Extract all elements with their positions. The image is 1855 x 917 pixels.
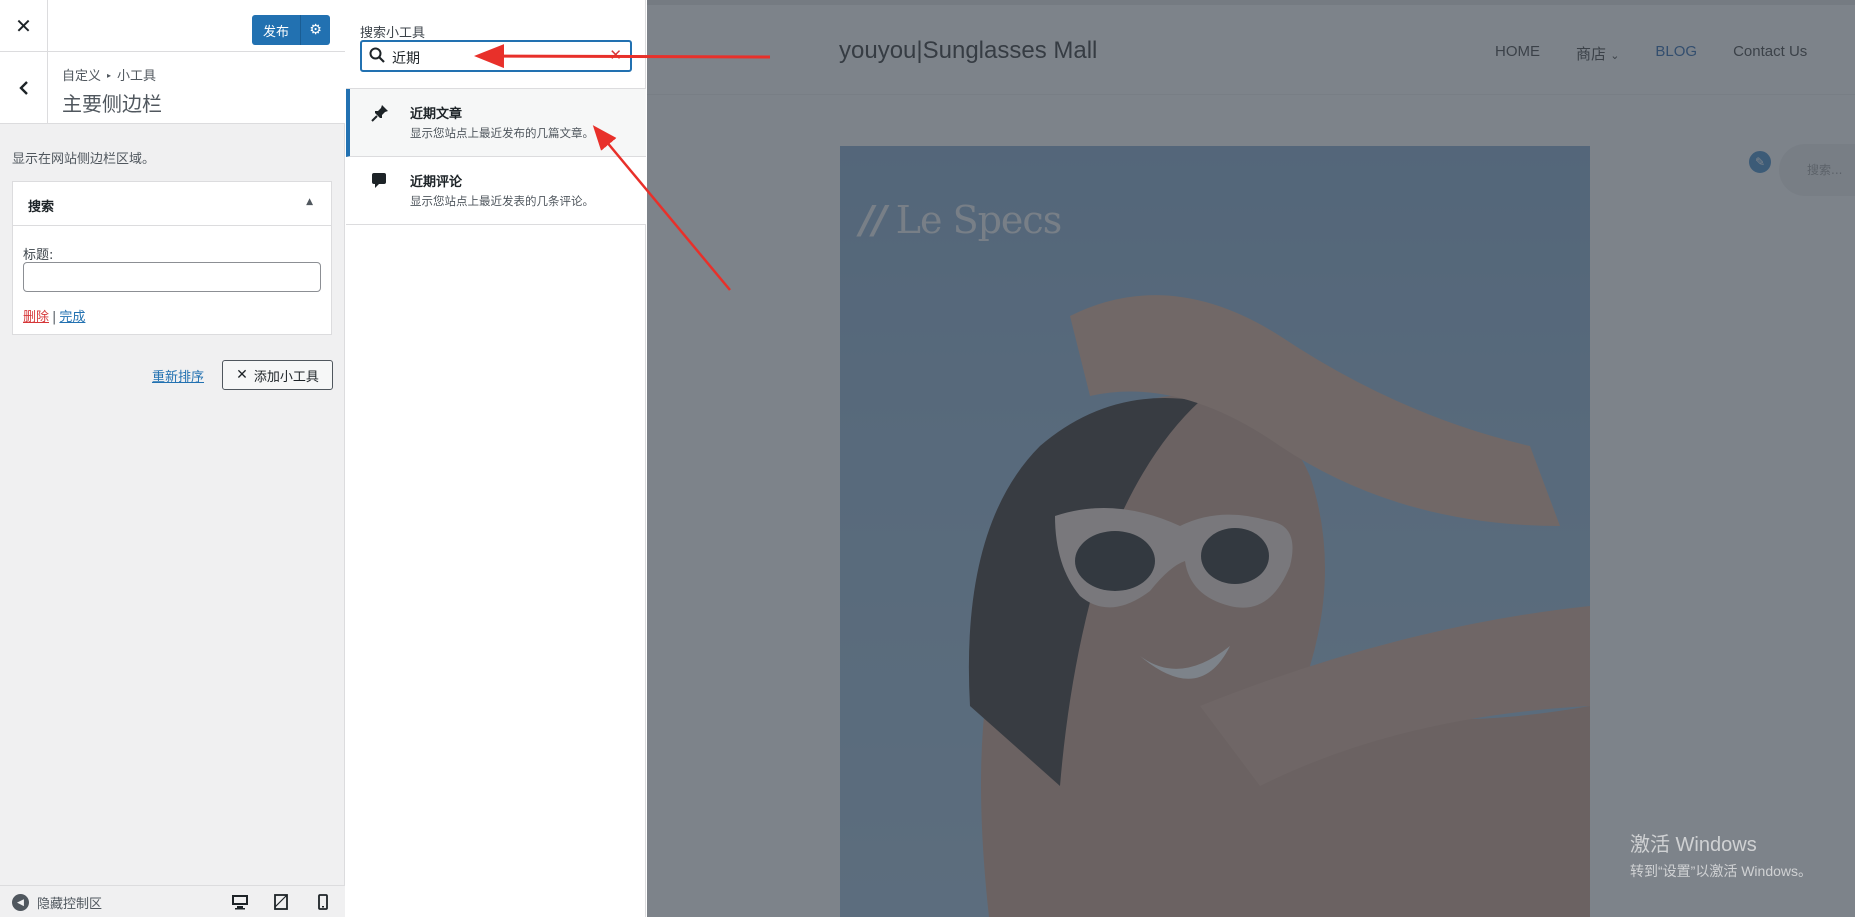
nav-item-home[interactable]: HOME (1495, 43, 1540, 64)
nav-item-shop-label: 商店 (1576, 46, 1607, 63)
breadcrumb-root: 自定义 (62, 69, 102, 84)
breadcrumb-section: 小工具 (117, 69, 157, 84)
widget-name: 近期文章 (410, 107, 463, 122)
title-field[interactable] (23, 262, 321, 292)
customizer-screen: ✕ 发布 ⚙ 自定义 ▸ 小工具 主要侧边栏 显示在网站侧边栏区域。 搜索 ▲ (0, 0, 1855, 917)
section-title: 主要侧边栏 (62, 92, 162, 116)
publish-button-group: 发布 ⚙ (252, 15, 330, 45)
customizer-header: ✕ 发布 ⚙ (0, 0, 345, 52)
close-x-icon: ✕ (236, 367, 248, 383)
title-field-label: 标题: (23, 248, 54, 263)
available-widgets-panel: 搜索小工具 近期 ✕ 近期文章 显示您站点上最近发布的几篇文章。 近期评论 显示… (346, 0, 646, 917)
collapse-sidebar-button[interactable]: ◀ 隐藏控制区 (12, 893, 102, 912)
publish-button[interactable]: 发布 (252, 21, 300, 40)
pin-icon (371, 105, 388, 122)
site-title[interactable]: youyou|Sunglasses Mall (839, 37, 1097, 65)
preview-search-placeholder: 搜索... (1807, 163, 1843, 177)
close-customizer-button[interactable]: ✕ (0, 0, 48, 52)
widget-search-value: 近期 (392, 51, 420, 67)
preview-search-widget[interactable]: 搜索... (1779, 144, 1855, 196)
breadcrumb: 自定义 ▸ 小工具 (62, 65, 156, 84)
add-widget-button[interactable]: ✕ 添加小工具 (222, 360, 333, 390)
widget-title: 搜索 (28, 200, 55, 215)
add-widget-label: 添加小工具 (253, 369, 319, 385)
chevron-left-icon (18, 81, 28, 95)
publish-settings-gear-icon[interactable]: ⚙ (301, 22, 330, 38)
widget-description: 显示您站点上最近发布的几篇文章。 (410, 126, 594, 140)
close-icon: ✕ (15, 14, 32, 38)
section-description: 显示在网站侧边栏区域。 (12, 152, 156, 167)
collapse-caret-icon[interactable]: ▲ (306, 197, 313, 207)
widget-actions: 删除 | 完成 (23, 306, 85, 325)
widget-header[interactable]: 搜索 ▲ (13, 182, 331, 226)
nav-item-shop[interactable]: 商店 ⌄ (1576, 43, 1619, 64)
done-link[interactable]: 完成 (59, 310, 85, 325)
widget-search-label: 搜索小工具 (360, 26, 426, 41)
available-widget-recent-comments[interactable]: 近期评论 显示您站点上最近发表的几条评论。 (346, 157, 646, 225)
section-header: 自定义 ▸ 小工具 主要侧边栏 (0, 52, 345, 124)
site-navigation: HOME 商店 ⌄ BLOG Contact Us (1495, 43, 1843, 64)
widget-search-input[interactable]: 近期 ✕ (360, 40, 632, 72)
windows-activation-watermark: 激活 Windows 转到“设置”以激活 Windows。 (1630, 828, 1812, 881)
collapse-arrow-icon: ◀ (12, 894, 29, 911)
watermark-line1: 激活 Windows (1630, 834, 1757, 856)
customizer-footer: ◀ 隐藏控制区 (0, 885, 345, 917)
site-preview: youyou|Sunglasses Mall HOME 商店 ⌄ BLOG Co… (647, 0, 1855, 917)
desktop-preview-icon[interactable] (229, 892, 251, 912)
search-widget-card: 搜索 ▲ 标题: 删除 | 完成 (12, 181, 332, 335)
edit-shortcut-pencil-icon[interactable]: ✎ (1747, 149, 1773, 175)
search-icon (369, 47, 385, 63)
reorder-link[interactable]: 重新排序 (152, 366, 204, 385)
available-widget-list: 近期文章 显示您站点上最近发布的几篇文章。 近期评论 显示您站点上最近发表的几条… (346, 88, 646, 225)
hero-photo (968, 295, 1590, 917)
customizer-sidebar: ✕ 发布 ⚙ 自定义 ▸ 小工具 主要侧边栏 显示在网站侧边栏区域。 搜索 ▲ (0, 0, 345, 917)
delete-link[interactable]: 删除 (23, 310, 49, 325)
comment-icon (372, 173, 386, 188)
watermark-line2: 转到“设置”以激活 Windows。 (1630, 863, 1813, 879)
chevron-down-icon: ⌄ (1610, 50, 1620, 62)
widget-description: 显示您站点上最近发表的几条评论。 (410, 194, 594, 208)
nav-item-blog[interactable]: BLOG (1655, 43, 1697, 64)
actions-separator: | (52, 310, 57, 325)
back-button[interactable] (0, 52, 48, 124)
tablet-preview-icon[interactable] (270, 892, 292, 912)
hero-image: //Le Specs (840, 146, 1590, 917)
site-header: youyou|Sunglasses Mall HOME 商店 ⌄ BLOG Co… (647, 5, 1855, 95)
widget-name: 近期评论 (410, 175, 463, 190)
mobile-preview-icon[interactable] (312, 892, 334, 912)
breadcrumb-arrow-icon: ▸ (107, 71, 112, 80)
available-widget-recent-posts[interactable]: 近期文章 显示您站点上最近发布的几篇文章。 (346, 89, 646, 157)
collapse-label: 隐藏控制区 (37, 897, 103, 912)
clear-search-icon[interactable]: ✕ (609, 46, 622, 64)
nav-item-contact[interactable]: Contact Us (1733, 43, 1807, 64)
